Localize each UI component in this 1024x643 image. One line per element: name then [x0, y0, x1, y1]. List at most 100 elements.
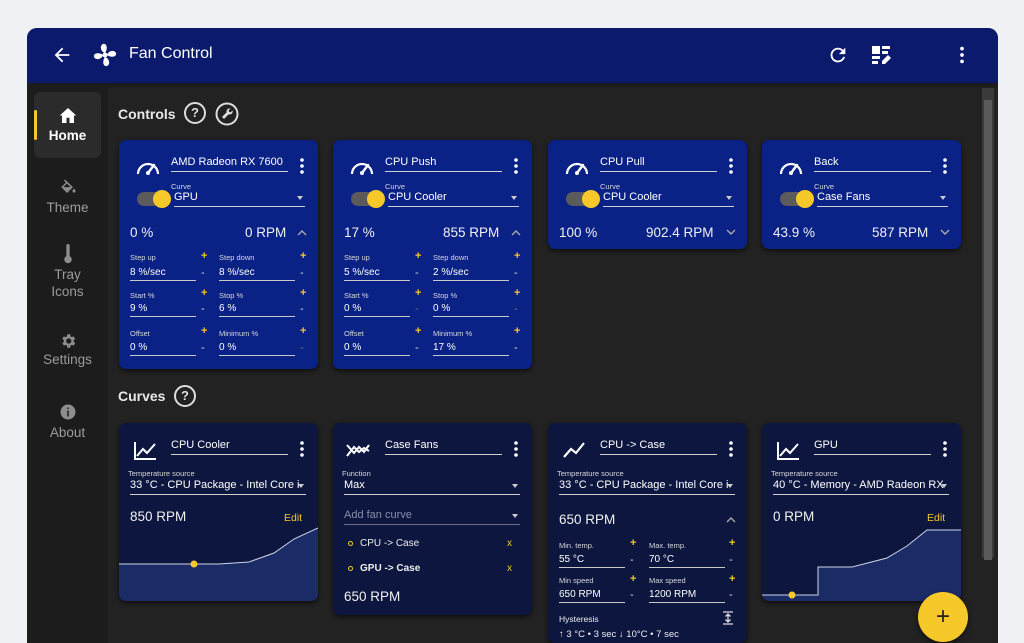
- increment-button[interactable]: +: [514, 250, 520, 262]
- increment-button[interactable]: +: [514, 287, 520, 299]
- min-speed-field[interactable]: 650 RPM: [559, 589, 625, 603]
- start-field[interactable]: 9 %: [130, 303, 196, 317]
- add-fab-button[interactable]: +: [918, 592, 968, 642]
- control-name[interactable]: Back: [814, 156, 931, 172]
- wrench-icon[interactable]: [215, 102, 239, 126]
- curve-name[interactable]: GPU: [814, 439, 931, 455]
- arrow-left-icon[interactable]: [51, 44, 73, 66]
- chevron-up-icon[interactable]: [726, 516, 736, 523]
- decrement-button[interactable]: -: [630, 589, 634, 601]
- step-up-field[interactable]: 8 %/sec: [130, 267, 196, 281]
- decrement-button[interactable]: -: [201, 267, 205, 279]
- increment-button[interactable]: +: [201, 250, 207, 262]
- curve-select[interactable]: CPU Cooler: [388, 191, 519, 207]
- stop-field[interactable]: 0 %: [433, 303, 509, 317]
- step-up-field[interactable]: 5 %/sec: [344, 267, 410, 281]
- decrement-button[interactable]: -: [415, 303, 419, 315]
- decrement-button[interactable]: -: [415, 342, 419, 354]
- chevron-down-icon[interactable]: [940, 229, 950, 236]
- increment-button[interactable]: +: [300, 250, 306, 262]
- decrement-button[interactable]: -: [729, 589, 733, 601]
- max-temp-field[interactable]: 70 °C: [649, 554, 725, 568]
- min-temp-field[interactable]: 55 °C: [559, 554, 625, 568]
- step-down-field[interactable]: 2 %/sec: [433, 267, 509, 281]
- height-adjust-icon[interactable]: [722, 611, 734, 625]
- more-vert-icon[interactable]: [729, 158, 733, 174]
- more-vert-icon[interactable]: [729, 441, 733, 457]
- decrement-button[interactable]: -: [300, 303, 304, 315]
- more-vert-icon[interactable]: [943, 158, 947, 174]
- decrement-button[interactable]: -: [514, 267, 518, 279]
- temperature-source-select[interactable]: 33 °C - CPU Package - Intel Core i: [130, 479, 306, 495]
- increment-button[interactable]: +: [415, 287, 421, 299]
- sidebar-item-tray-icons[interactable]: Tray Icons: [34, 238, 101, 318]
- chevron-down-icon[interactable]: [726, 229, 736, 236]
- curve-name[interactable]: Case Fans: [385, 439, 502, 455]
- more-vert-icon[interactable]: [514, 158, 518, 174]
- remove-curve-button[interactable]: x: [507, 538, 512, 549]
- controls-help-button[interactable]: ?: [184, 102, 206, 124]
- more-vert-icon[interactable]: [943, 441, 947, 457]
- minimum-field[interactable]: 17 %: [433, 342, 509, 356]
- scrollbar-thumb[interactable]: [984, 100, 992, 560]
- sidebar-item-settings[interactable]: Settings: [34, 320, 101, 386]
- chevron-up-icon[interactable]: [297, 229, 307, 236]
- increment-button[interactable]: +: [415, 325, 421, 337]
- remove-curve-button[interactable]: x: [507, 563, 512, 574]
- function-select-value: Max: [344, 479, 365, 491]
- increment-button[interactable]: +: [514, 325, 520, 337]
- decrement-button[interactable]: -: [729, 554, 733, 566]
- edit-list-icon[interactable]: [869, 43, 893, 67]
- decrement-button[interactable]: -: [514, 303, 518, 315]
- control-name[interactable]: CPU Pull: [600, 156, 717, 172]
- temperature-source-select[interactable]: 33 °C - CPU Package - Intel Core i: [559, 479, 735, 495]
- more-vert-icon[interactable]: [300, 158, 304, 174]
- offset-field[interactable]: 0 %: [344, 342, 410, 356]
- decrement-button[interactable]: -: [630, 554, 634, 566]
- sidebar-item-home[interactable]: Home: [34, 92, 101, 158]
- increment-button[interactable]: +: [201, 287, 207, 299]
- offset-field[interactable]: 0 %: [130, 342, 196, 356]
- sidebar-item-theme[interactable]: Theme: [34, 166, 101, 232]
- increment-button[interactable]: +: [300, 287, 306, 299]
- start-field[interactable]: 0 %: [344, 303, 410, 317]
- more-vert-icon[interactable]: [514, 441, 518, 457]
- curve-name[interactable]: CPU -> Case: [600, 439, 717, 455]
- curve-select[interactable]: GPU: [174, 191, 305, 207]
- add-fan-curve-select[interactable]: Add fan curve: [344, 509, 520, 525]
- curves-help-button[interactable]: ?: [174, 385, 196, 407]
- enable-toggle[interactable]: [780, 190, 814, 208]
- decrement-button[interactable]: -: [201, 342, 205, 354]
- refresh-icon[interactable]: [827, 44, 849, 66]
- control-name[interactable]: CPU Push: [385, 156, 502, 172]
- increment-button[interactable]: +: [729, 537, 735, 549]
- decrement-button[interactable]: -: [415, 267, 419, 279]
- step-down-field[interactable]: 8 %/sec: [219, 267, 295, 281]
- increment-button[interactable]: +: [630, 537, 636, 549]
- increment-button[interactable]: +: [415, 250, 421, 262]
- enable-toggle[interactable]: [137, 190, 171, 208]
- more-vert-icon[interactable]: [300, 441, 304, 457]
- decrement-button[interactable]: -: [300, 342, 304, 354]
- decrement-button[interactable]: -: [300, 267, 304, 279]
- max-speed-field[interactable]: 1200 RPM: [649, 589, 725, 603]
- more-vert-icon[interactable]: [951, 44, 973, 66]
- sidebar-item-about[interactable]: About: [34, 391, 101, 457]
- decrement-button[interactable]: -: [514, 342, 518, 354]
- decrement-button[interactable]: -: [201, 303, 205, 315]
- control-name[interactable]: AMD Radeon RX 7600: [171, 156, 288, 172]
- chevron-up-icon[interactable]: [511, 229, 521, 236]
- function-select[interactable]: Max: [344, 479, 520, 495]
- enable-toggle[interactable]: [351, 190, 385, 208]
- enable-toggle[interactable]: [566, 190, 600, 208]
- temperature-source-select[interactable]: 40 °C - Memory - AMD Radeon RX: [773, 479, 949, 495]
- stop-field[interactable]: 6 %: [219, 303, 295, 317]
- minimum-field[interactable]: 0 %: [219, 342, 295, 356]
- increment-button[interactable]: +: [300, 325, 306, 337]
- curve-select[interactable]: CPU Cooler: [603, 191, 734, 207]
- curve-select[interactable]: Case Fans: [817, 191, 948, 207]
- increment-button[interactable]: +: [729, 573, 735, 585]
- curve-name[interactable]: CPU Cooler: [171, 439, 288, 455]
- increment-button[interactable]: +: [201, 325, 207, 337]
- increment-button[interactable]: +: [630, 573, 636, 585]
